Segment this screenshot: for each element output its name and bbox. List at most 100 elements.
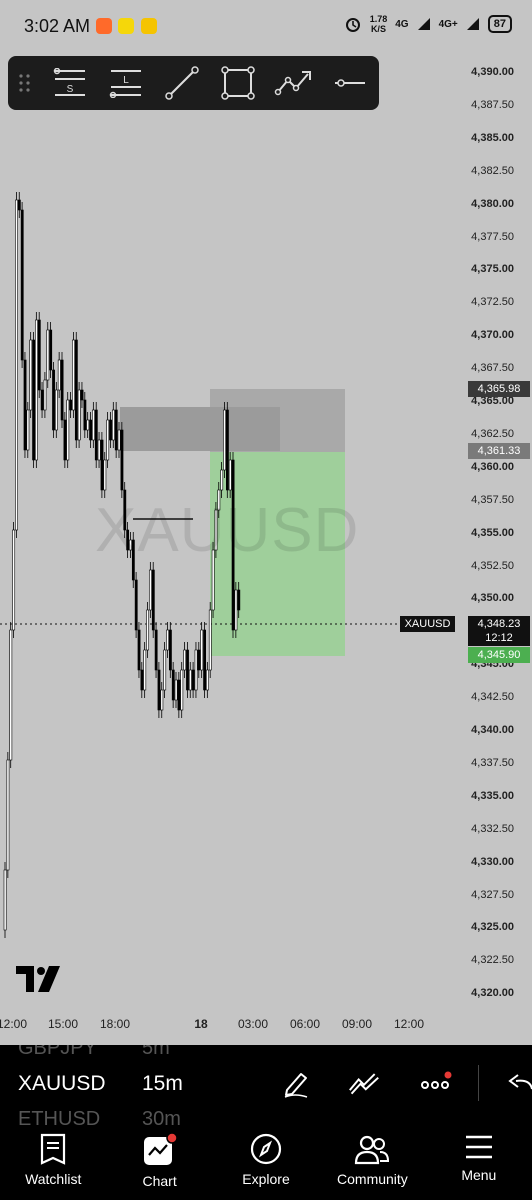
more-options-button[interactable]: [420, 1067, 452, 1099]
drawing-toolbar: S L: [8, 56, 379, 110]
time-axis[interactable]: 12:00 15:00 18:00 18 03:00 06:00 09:00 12:00: [0, 1017, 460, 1039]
supply-zone[interactable]: [120, 407, 280, 451]
current-symbol[interactable]: XAUUSD: [18, 1072, 106, 1096]
rectangle-tool[interactable]: [210, 56, 266, 110]
net-speed-unit: K/S: [370, 24, 386, 34]
tradingview-logo: [16, 966, 60, 992]
candle-body: [203, 629, 207, 691]
candle-body: [140, 669, 144, 691]
price-axis-label: 4,382.50: [471, 164, 514, 177]
price-axis-label: 4,327.50: [471, 888, 514, 901]
candle-body: [103, 459, 107, 491]
horizontal-line-tool[interactable]: [322, 56, 378, 110]
candle-body: [72, 339, 75, 411]
time-axis-label: 12:00: [393, 1017, 425, 1031]
price-axis-label: 4,385.00: [471, 131, 514, 144]
price-axis-label: 4,355.00: [471, 526, 514, 539]
candle-body: [15, 199, 18, 531]
price-axis-label: 4,357.50: [471, 493, 514, 506]
candle-body: [74, 339, 78, 441]
path-tool[interactable]: [266, 56, 322, 110]
undo-button[interactable]: [504, 1067, 532, 1099]
time-axis-label: 15:00: [47, 1017, 79, 1031]
symbol-picker[interactable]: GBPJPY 5m XAUUSD 15m ETHUSD 30m: [0, 1045, 532, 1125]
price-axis-label: 4,372.50: [471, 296, 514, 309]
candle-body: [197, 649, 201, 671]
candle-body: [117, 429, 121, 451]
time-axis-label: 12:00: [0, 1017, 28, 1031]
candlestick-chart[interactable]: [0, 110, 452, 1045]
rectangle-icon: [221, 66, 255, 100]
candle-body: [12, 529, 16, 631]
nav-chart-label: Chart: [142, 1173, 177, 1189]
candle-body: [191, 669, 195, 691]
candle-body: [237, 589, 241, 611]
nav-menu[interactable]: Menu: [426, 1125, 532, 1200]
chart-area[interactable]: XAUUSD 4,390.00 4,387.50 4,385.00 4,382.50 4…: [0, 66, 532, 1045]
candle-body: [200, 629, 204, 671]
candle-body: [43, 379, 47, 411]
candle-body: [146, 609, 150, 651]
candle-body: [89, 419, 93, 441]
nav-explore-label: Explore: [242, 1171, 290, 1187]
prev-timeframe[interactable]: 5m: [142, 1045, 170, 1060]
candle-body: [86, 419, 90, 431]
current-timeframe[interactable]: 15m: [142, 1072, 183, 1096]
next-symbol[interactable]: ETHUSD: [18, 1108, 100, 1125]
price-axis-label: 4,340.00: [471, 724, 514, 736]
candle-body: [97, 439, 101, 461]
time-axis-label: 18: [194, 1017, 208, 1031]
toolbar-divider: [478, 1065, 479, 1101]
nav-community[interactable]: Community: [319, 1125, 425, 1200]
candle-body: [234, 589, 238, 631]
chart-icon: [143, 1133, 178, 1165]
candle-body: [149, 569, 152, 611]
nav-watchlist[interactable]: Watchlist: [0, 1125, 106, 1200]
price-axis[interactable]: 4,390.00 4,387.50 4,385.00 4,382.50 4,380.00…: [452, 66, 532, 1045]
drag-handle[interactable]: [8, 56, 42, 110]
nav-chart[interactable]: Chart: [106, 1125, 212, 1200]
candle-body: [120, 429, 124, 491]
watchlist-icon: [41, 1133, 66, 1165]
price-axis-label: 4,335.00: [471, 789, 514, 802]
candle-body: [69, 399, 73, 411]
candle-body: [188, 669, 192, 691]
candle-body: [180, 669, 184, 711]
candle-body: [160, 689, 164, 711]
long-position-tool[interactable]: L: [98, 56, 154, 110]
candle-body: [183, 649, 187, 671]
undo-icon: [508, 1074, 532, 1090]
drag-handle-icon: [19, 74, 30, 92]
candle-body: [66, 399, 70, 461]
candle-body: [29, 339, 33, 411]
candle-body: [17, 199, 21, 211]
candle-body: [137, 629, 141, 671]
indicators-button[interactable]: [348, 1067, 380, 1099]
prev-symbol[interactable]: GBPJPY: [18, 1045, 97, 1060]
candle-body: [32, 339, 36, 461]
price-axis-label: 4,320.00: [471, 987, 514, 1000]
community-icon: [355, 1135, 390, 1165]
horizontal-line-icon: [335, 79, 365, 87]
nav-explore[interactable]: Explore: [213, 1125, 319, 1200]
price-axis-label: 4,370.00: [471, 329, 514, 342]
draw-button[interactable]: [280, 1067, 312, 1099]
candle-body: [177, 679, 181, 711]
candle-body: [54, 389, 58, 431]
candle-body: [9, 629, 13, 761]
candle-body: [52, 369, 55, 431]
candle-body: [169, 629, 172, 671]
net-speed: 1.78 K/S: [370, 14, 388, 34]
signal-label-1: 4G: [395, 18, 409, 30]
price-axis-label: 4,377.50: [471, 230, 514, 243]
short-position-tool[interactable]: S: [42, 56, 98, 110]
nav-menu-label: Menu: [461, 1167, 497, 1183]
compass-icon: [250, 1133, 282, 1165]
candle-body: [83, 399, 87, 431]
price-axis-label: 4,387.50: [471, 98, 514, 111]
snapchat-icon: [118, 18, 134, 34]
price-axis-label: 4,342.50: [471, 691, 514, 704]
next-timeframe[interactable]: 30m: [142, 1108, 181, 1125]
trend-line-tool[interactable]: [154, 56, 210, 110]
candle-body: [26, 409, 30, 451]
